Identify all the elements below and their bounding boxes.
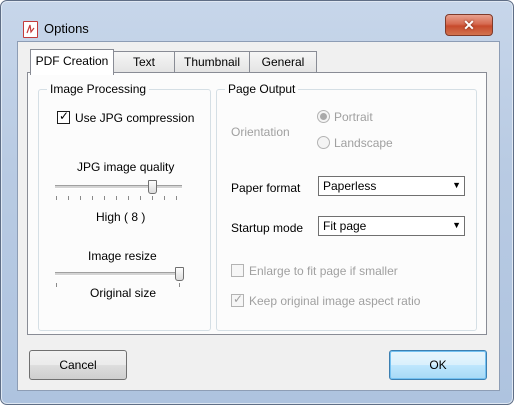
landscape-radio[interactable]	[317, 136, 330, 149]
jpg-quality-label: JPG image quality	[77, 160, 175, 174]
cancel-button[interactable]: Cancel	[29, 350, 127, 380]
use-jpg-compression-label: Use JPG compression	[75, 111, 195, 125]
ok-button[interactable]: OK	[389, 350, 487, 380]
tab-pdf-creation[interactable]: PDF Creation	[30, 49, 114, 75]
chevron-down-icon: ▼	[452, 180, 461, 190]
keep-aspect-label: Keep original image aspect ratio	[249, 294, 421, 308]
paper-format-label: Paper format	[231, 181, 301, 195]
paper-format-dropdown[interactable]: Paperless ▼	[318, 176, 465, 196]
portrait-label: Portrait	[334, 110, 373, 124]
tab-panel-pdf-creation: Image Processing ✓ Use JPG compression J…	[27, 72, 487, 335]
slider-tick	[140, 196, 141, 200]
keep-aspect-checkbox[interactable]: ✓	[231, 292, 244, 307]
page-output-title: Page Output	[225, 82, 299, 96]
jpg-quality-slider-thumb[interactable]	[148, 180, 157, 194]
dialog-client-area: PDF Creation Text Thumbnail General Imag…	[17, 41, 500, 391]
orientation-label: Orientation	[231, 125, 290, 139]
tab-general-label: General	[261, 55, 305, 69]
cancel-button-label: Cancel	[59, 358, 97, 372]
slider-tick	[164, 196, 165, 200]
tab-text[interactable]: Text	[113, 51, 175, 73]
slider-tick	[128, 196, 129, 200]
paper-format-value: Paperless	[323, 179, 377, 193]
slider-tick	[179, 283, 180, 287]
landscape-label: Landscape	[334, 136, 393, 150]
slider-tick	[116, 196, 117, 200]
image-resize-label: Image resize	[88, 249, 157, 263]
portrait-radio[interactable]	[317, 110, 330, 123]
startup-mode-value: Fit page	[323, 219, 367, 233]
pdf-icon	[23, 21, 38, 38]
image-resize-value: Original size	[90, 286, 157, 300]
options-dialog: Options ✕ PDF Creation Text Thumbnail Ge…	[0, 0, 514, 405]
jpg-quality-value: High ( 8 )	[96, 210, 146, 224]
radio-selected-dot	[320, 113, 327, 120]
jpg-quality-slider-track[interactable]	[55, 185, 182, 189]
slider-tick	[92, 196, 93, 200]
slider-tick	[104, 196, 105, 200]
page-output-group: Page Output Orientation Portrait Landsca…	[216, 82, 477, 331]
chevron-down-icon: ▼	[452, 220, 461, 230]
enlarge-label: Enlarge to fit page if smaller	[249, 264, 398, 278]
image-resize-slider-thumb[interactable]	[175, 267, 184, 281]
slider-tick	[56, 283, 57, 287]
ok-button-label: OK	[429, 358, 447, 372]
tab-thumbnail[interactable]: Thumbnail	[174, 51, 250, 73]
tab-general[interactable]: General	[249, 51, 317, 73]
window-title: Options	[44, 21, 89, 36]
slider-tick	[80, 196, 81, 200]
close-icon: ✕	[463, 17, 475, 33]
slider-tick	[68, 196, 69, 200]
tab-thumbnail-label: Thumbnail	[183, 55, 241, 69]
use-jpg-compression-checkbox[interactable]: ✓	[57, 109, 70, 124]
startup-mode-label: Startup mode	[231, 221, 304, 235]
slider-tick	[152, 196, 153, 200]
image-processing-title: Image Processing	[47, 82, 150, 96]
tab-text-label: Text	[132, 55, 155, 69]
close-button[interactable]: ✕	[445, 14, 493, 36]
image-processing-group: Image Processing ✓ Use JPG compression J…	[38, 82, 211, 331]
slider-tick	[176, 196, 177, 200]
tab-pdf-creation-label: PDF Creation	[35, 54, 109, 68]
checkmark-icon: ✓	[233, 292, 244, 306]
startup-mode-dropdown[interactable]: Fit page ▼	[318, 216, 465, 236]
title-bar[interactable]: Options ✕	[1, 1, 513, 38]
image-resize-slider-track[interactable]	[55, 272, 182, 276]
checkmark-icon: ✓	[59, 109, 70, 123]
enlarge-checkbox[interactable]	[231, 264, 244, 277]
slider-tick	[56, 196, 57, 200]
